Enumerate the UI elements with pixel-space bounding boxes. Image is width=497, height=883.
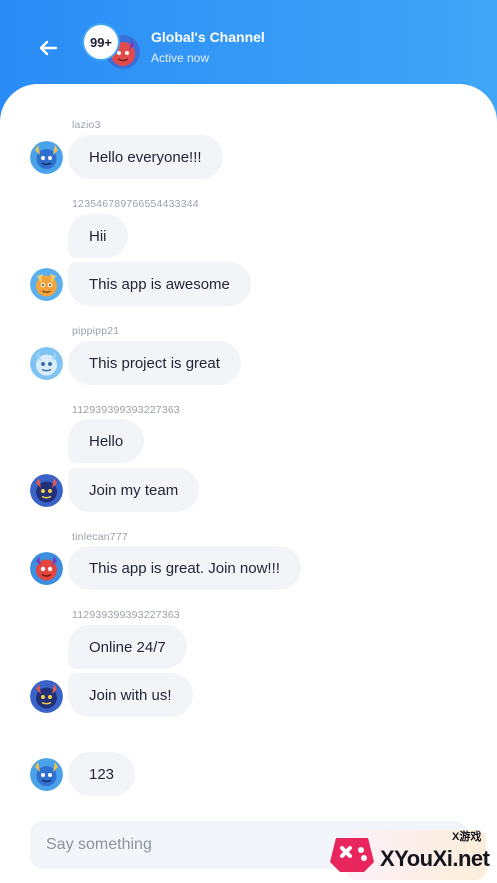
message-username: 112939399393227363 <box>72 609 180 621</box>
chat-header: 99+ Global's Channel Active now <box>0 0 497 90</box>
message-bubble[interactable]: This app is awesome <box>68 262 251 306</box>
lightblue-monster-avatar-icon[interactable] <box>30 347 63 380</box>
message-username: 112939399393227363 <box>72 404 180 416</box>
message-bubble[interactable]: Hello everyone!!! <box>68 135 223 179</box>
message-bubble[interactable]: Join my team <box>68 468 200 512</box>
watermark: X游戏 XYouXi.net <box>326 824 497 883</box>
message-username: lazio3 <box>72 119 101 131</box>
navy-monster-avatar-icon[interactable] <box>30 680 63 713</box>
back-arrow-icon[interactable] <box>36 36 60 60</box>
message-bubble[interactable]: 123 <box>68 752 136 796</box>
message-bubble[interactable]: Hii <box>68 214 128 258</box>
message-bubble[interactable]: This app is great. Join now!!! <box>68 546 301 590</box>
message-bubble[interactable]: This project is great <box>68 341 241 385</box>
channel-status: Active now <box>151 51 210 65</box>
message-username: 123546789766554433344 <box>72 198 199 210</box>
channel-title: Global's Channel <box>151 29 265 45</box>
red-monster-avatar-icon[interactable] <box>30 552 63 585</box>
message-bubble[interactable]: Join with us! <box>68 673 193 717</box>
gamepad-logo-icon <box>330 838 374 872</box>
message-username: pippipp21 <box>72 325 120 337</box>
watermark-text: XYouXi.net <box>380 846 490 871</box>
message-username: tinlecan777 <box>72 531 128 543</box>
unread-count-badge: 99+ <box>84 25 118 59</box>
message-bubble[interactable]: Hello <box>68 419 145 463</box>
navy-monster-avatar-icon[interactable] <box>30 474 63 507</box>
watermark-chinese-text: X游戏 <box>452 831 482 843</box>
message-bubble[interactable]: Online 24/7 <box>68 625 187 669</box>
blue-monster-avatar-icon[interactable] <box>30 758 63 791</box>
group-avatar[interactable]: 99+ <box>84 25 140 71</box>
orange-monster-avatar-icon[interactable] <box>30 268 63 301</box>
blue-monster-avatar-icon[interactable] <box>30 141 63 174</box>
